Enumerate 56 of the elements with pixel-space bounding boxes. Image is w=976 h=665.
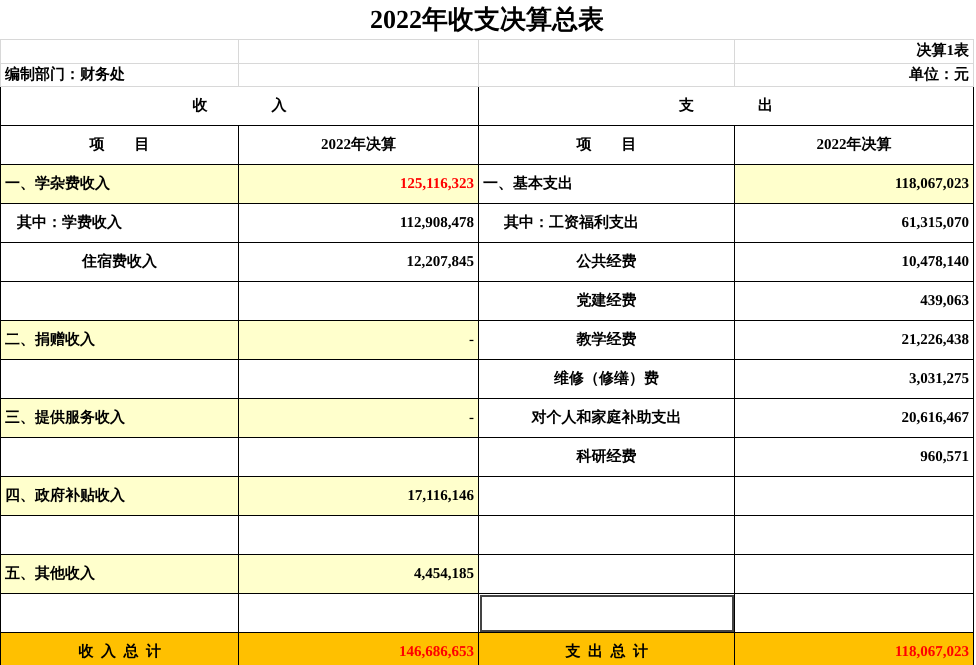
table-cell[interactable]: 党建经费 [478, 282, 734, 320]
item-label: 二、捐赠收入 [5, 332, 95, 348]
section-header: 收 入 [192, 98, 286, 114]
item-label: 一、学杂费收入 [5, 176, 110, 192]
total-amount: 146,686,653 [399, 644, 474, 660]
item-label: 党建经费 [576, 292, 636, 309]
amount-cell: 125,116,323 [400, 176, 474, 192]
amount-cell: 21,226,438 [902, 332, 969, 348]
unit-label: 单位：元 [909, 66, 969, 82]
item-label: 四、政府补贴收入 [5, 488, 125, 504]
amount-cell: 20,616,467 [902, 410, 969, 426]
table-number: 决算1表 [916, 43, 969, 59]
amount-cell: 112,908,478 [400, 214, 474, 231]
sheet-title: 2022年收支决算总表 [370, 5, 604, 34]
selected-cell[interactable] [478, 594, 734, 632]
table-cell[interactable] [478, 516, 734, 554]
amount-cell: 439,063 [920, 292, 969, 309]
table-cell[interactable]: 维修（修缮）费 [478, 360, 734, 398]
amount-cell: 12,207,845 [406, 254, 474, 270]
item-label: 公共经费 [576, 254, 636, 270]
amount-cell: - [469, 332, 474, 348]
column-header: 2022年决算 [816, 136, 892, 153]
amount-cell: 960,571 [920, 448, 969, 465]
table-cell[interactable]: 对个人和家庭补助支出 [478, 398, 734, 438]
item-label: 住宿费收入 [82, 254, 157, 270]
item-label: 对个人和家庭补助支出 [532, 410, 682, 426]
table-cell[interactable] [478, 476, 734, 516]
item-label: 教学经费 [576, 332, 636, 348]
department-label: 编制部门：财务处 [5, 66, 125, 82]
table-cell[interactable] [478, 554, 734, 594]
table-cell[interactable]: 一、基本支出 [478, 164, 734, 204]
item-label: 维修（修缮）费 [554, 370, 659, 387]
item-label: 三、提供服务收入 [5, 410, 125, 426]
total-label: 支 出 总 计 [565, 644, 648, 660]
amount-cell: 3,031,275 [909, 370, 969, 387]
column-header: 项 目 [90, 136, 150, 153]
table-cell[interactable]: 教学经费 [478, 320, 734, 360]
column-header: 2022年决算 [321, 136, 396, 153]
item-label: 其中：学费收入 [17, 214, 122, 231]
total-label: 收 入 总 计 [78, 644, 161, 660]
amount-cell: 61,315,070 [902, 214, 969, 231]
amount-cell: 17,116,146 [407, 488, 474, 504]
amount-cell: 118,067,023 [894, 176, 969, 192]
table-cell[interactable]: 科研经费 [478, 438, 734, 476]
item-label: 其中：工资福利支出 [504, 214, 639, 231]
item-label: 五、其他收入 [5, 566, 95, 582]
column-header: 项 目 [576, 136, 636, 153]
table-cell[interactable]: 其中：工资福利支出 [478, 204, 734, 242]
amount-cell: - [469, 410, 474, 426]
amount-cell: 10,478,140 [902, 254, 969, 270]
amount-cell: 4,454,185 [414, 566, 474, 582]
section-header: 支 出 [679, 98, 773, 114]
total-amount: 118,067,023 [894, 644, 969, 660]
table-cell[interactable]: 公共经费 [478, 242, 734, 282]
item-label: 科研经费 [576, 448, 636, 465]
item-label: 一、基本支出 [483, 176, 573, 192]
